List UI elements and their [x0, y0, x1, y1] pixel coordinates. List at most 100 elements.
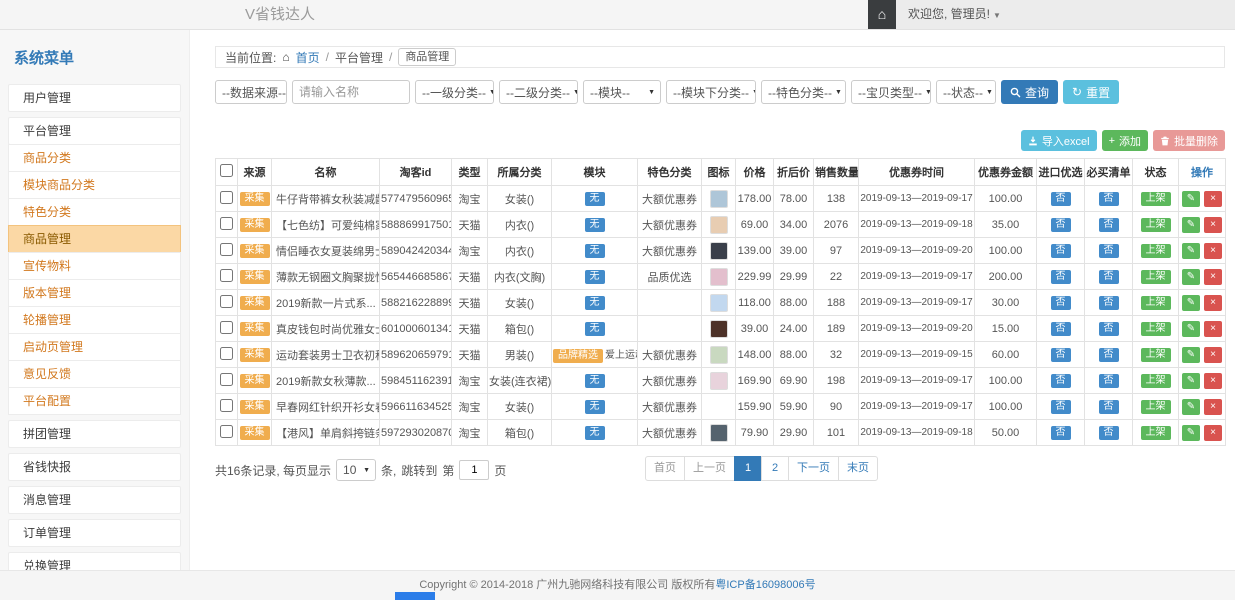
add-button[interactable]: + 添加 — [1102, 130, 1148, 151]
status-badge[interactable]: 上架 — [1141, 322, 1171, 336]
edit-button[interactable]: ✎ — [1182, 321, 1200, 337]
must-buy-badge[interactable]: 否 — [1099, 374, 1119, 388]
row-checkbox[interactable] — [220, 373, 233, 386]
sidebar-item-module-goods-category[interactable]: 模块商品分类 — [8, 171, 181, 199]
must-buy-badge[interactable]: 否 — [1099, 348, 1119, 362]
pager-first-page[interactable]: 首页 — [645, 456, 685, 481]
level1-category-select[interactable]: --一级分类--▼ — [415, 80, 494, 104]
sidebar-item-saving-express[interactable]: 省钱快报 — [8, 453, 181, 481]
level2-category-select[interactable]: --二级分类--▼ — [499, 80, 578, 104]
status-badge[interactable]: 上架 — [1141, 244, 1171, 258]
pager-last-page[interactable]: 末页 — [838, 456, 878, 481]
status-badge[interactable]: 上架 — [1141, 426, 1171, 440]
sidebar-item-promo-materials[interactable]: 宣传物料 — [8, 252, 181, 280]
edit-button[interactable]: ✎ — [1182, 217, 1200, 233]
reset-button[interactable]: ↻ 重置 — [1063, 80, 1119, 104]
status-badge[interactable]: 上架 — [1141, 296, 1171, 310]
row-checkbox[interactable] — [220, 399, 233, 412]
edit-button[interactable]: ✎ — [1182, 191, 1200, 207]
imported-badge[interactable]: 否 — [1051, 296, 1071, 310]
import-excel-button[interactable]: 导入excel — [1021, 130, 1097, 151]
search-button[interactable]: 查询 — [1001, 80, 1058, 104]
status-badge[interactable]: 上架 — [1141, 400, 1171, 414]
edit-button[interactable]: ✎ — [1182, 347, 1200, 363]
imported-badge[interactable]: 否 — [1051, 322, 1071, 336]
home-button[interactable]: ⌂ — [868, 0, 896, 29]
sidebar-item-order[interactable]: 订单管理 — [8, 519, 181, 547]
sidebar-item-platform-config[interactable]: 平台配置 — [8, 387, 181, 415]
imported-badge[interactable]: 否 — [1051, 400, 1071, 414]
pager-next-page[interactable]: 下一页 — [788, 456, 839, 481]
must-buy-badge[interactable]: 否 — [1099, 400, 1119, 414]
delete-button[interactable]: × — [1204, 217, 1222, 233]
delete-button[interactable]: × — [1204, 399, 1222, 415]
status-badge[interactable]: 上架 — [1141, 348, 1171, 362]
row-checkbox[interactable] — [220, 191, 233, 204]
name-search-input[interactable] — [292, 80, 410, 104]
must-buy-badge[interactable]: 否 — [1099, 270, 1119, 284]
edit-button[interactable]: ✎ — [1182, 399, 1200, 415]
row-checkbox[interactable] — [220, 269, 233, 282]
imported-badge[interactable]: 否 — [1051, 244, 1071, 258]
module-subcategory-select[interactable]: --模块下分类--▼ — [666, 80, 756, 104]
imported-badge[interactable]: 否 — [1051, 426, 1071, 440]
pager-prev-page[interactable]: 上一页 — [684, 456, 735, 481]
sidebar-item-version-management[interactable]: 版本管理 — [8, 279, 181, 307]
pager-page-1[interactable]: 1 — [734, 456, 762, 481]
edit-button[interactable]: ✎ — [1182, 425, 1200, 441]
imported-badge[interactable]: 否 — [1051, 374, 1071, 388]
imported-badge[interactable]: 否 — [1051, 270, 1071, 284]
module-select[interactable]: --模块--▼ — [583, 80, 661, 104]
sidebar-item-message[interactable]: 消息管理 — [8, 486, 181, 514]
sidebar-item-feedback[interactable]: 意见反馈 — [8, 360, 181, 388]
pager-page-2[interactable]: 2 — [761, 456, 789, 481]
delete-button[interactable]: × — [1204, 425, 1222, 441]
must-buy-badge[interactable]: 否 — [1099, 218, 1119, 232]
row-checkbox[interactable] — [220, 217, 233, 230]
imported-badge[interactable]: 否 — [1051, 192, 1071, 206]
breadcrumb-home-link[interactable]: 首页 — [296, 49, 320, 66]
row-checkbox[interactable] — [220, 321, 233, 334]
status-select[interactable]: --状态--▼ — [936, 80, 996, 104]
sidebar-item-groupbuy[interactable]: 拼团管理 — [8, 420, 181, 448]
batch-delete-button[interactable]: 批量删除 — [1153, 130, 1225, 151]
must-buy-badge[interactable]: 否 — [1099, 244, 1119, 258]
sidebar-item-goods-category[interactable]: 商品分类 — [8, 144, 181, 172]
jump-page-input[interactable] — [459, 460, 489, 480]
status-badge[interactable]: 上架 — [1141, 218, 1171, 232]
select-all-checkbox[interactable] — [220, 164, 233, 177]
delete-button[interactable]: × — [1204, 243, 1222, 259]
delete-button[interactable]: × — [1204, 321, 1222, 337]
delete-button[interactable]: × — [1204, 269, 1222, 285]
status-badge[interactable]: 上架 — [1141, 192, 1171, 206]
status-badge[interactable]: 上架 — [1141, 374, 1171, 388]
row-checkbox[interactable] — [220, 425, 233, 438]
must-buy-badge[interactable]: 否 — [1099, 426, 1119, 440]
delete-button[interactable]: × — [1204, 191, 1222, 207]
imported-badge[interactable]: 否 — [1051, 218, 1071, 232]
page-size-select[interactable]: 10▼ — [336, 459, 376, 481]
row-checkbox[interactable] — [220, 295, 233, 308]
edit-button[interactable]: ✎ — [1182, 243, 1200, 259]
status-badge[interactable]: 上架 — [1141, 270, 1171, 284]
sidebar-item-platform[interactable]: 平台管理 — [8, 117, 181, 145]
imported-badge[interactable]: 否 — [1051, 348, 1071, 362]
sidebar-item-feature-category[interactable]: 特色分类 — [8, 198, 181, 226]
sidebar-item-carousel-management[interactable]: 轮播管理 — [8, 306, 181, 334]
feature-category-select[interactable]: --特色分类--▼ — [761, 80, 846, 104]
edit-button[interactable]: ✎ — [1182, 373, 1200, 389]
item-type-select[interactable]: --宝贝类型--▼ — [851, 80, 931, 104]
edit-button[interactable]: ✎ — [1182, 269, 1200, 285]
edit-button[interactable]: ✎ — [1182, 295, 1200, 311]
data-source-select[interactable]: --数据来源--▼ — [215, 80, 287, 104]
sidebar-item-goods-management[interactable]: 商品管理 — [8, 225, 181, 253]
delete-button[interactable]: × — [1204, 295, 1222, 311]
must-buy-badge[interactable]: 否 — [1099, 296, 1119, 310]
icp-link[interactable]: 粤ICP备16098006号 — [715, 579, 815, 591]
sidebar-item-splash-page[interactable]: 启动页管理 — [8, 333, 181, 361]
must-buy-badge[interactable]: 否 — [1099, 192, 1119, 206]
sidebar-item-users[interactable]: 用户管理 — [8, 84, 181, 112]
delete-button[interactable]: × — [1204, 347, 1222, 363]
row-checkbox[interactable] — [220, 347, 233, 360]
sidebar-item-exchange[interactable]: 兑换管理 — [8, 552, 181, 570]
